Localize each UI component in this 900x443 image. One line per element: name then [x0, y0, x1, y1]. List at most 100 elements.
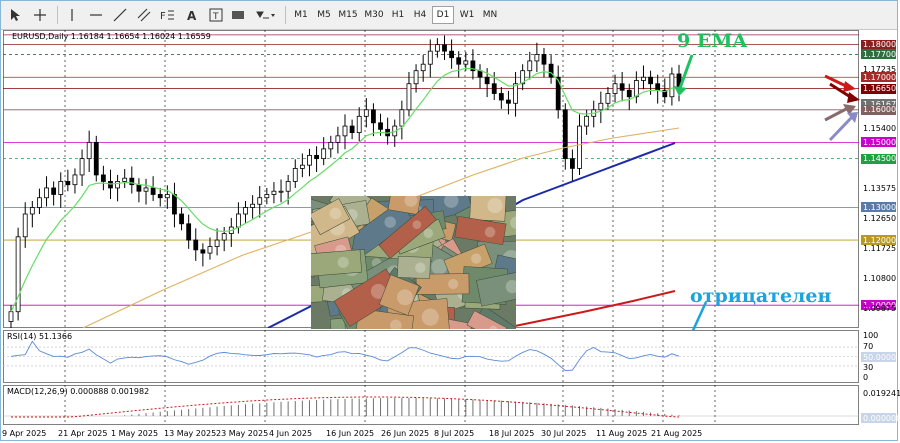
candle-body: [236, 213, 241, 228]
price-label: 1.15000: [861, 137, 897, 148]
candle-body: [79, 158, 85, 176]
timeframe-h1[interactable]: H1: [387, 6, 409, 24]
candle-body: [93, 141, 99, 176]
chart-title: EURUSD,Daily 1.16184 1.16654 1.16024 1.1…: [12, 32, 211, 41]
candle-body: [285, 181, 291, 192]
text-tool-icon[interactable]: A: [183, 5, 201, 25]
fibonacci-icon[interactable]: F: [157, 5, 177, 25]
candle-body: [420, 63, 426, 72]
price-label: 1.15400: [863, 124, 897, 134]
text-label-icon[interactable]: T: [207, 5, 225, 25]
price-label: 1.17000: [861, 72, 897, 83]
candle-body: [648, 76, 653, 85]
candle-body: [143, 187, 149, 192]
candle-body: [150, 187, 156, 195]
candle-body: [534, 54, 540, 62]
price-label: 1.10800: [863, 274, 897, 284]
price-label: 1.16000: [861, 104, 897, 115]
candle-body: [463, 60, 469, 65]
candle-body: [349, 125, 355, 133]
candle-body: [321, 148, 327, 160]
candle-body: [179, 213, 184, 225]
svg-text:F: F: [160, 11, 166, 22]
candle-body: [58, 181, 64, 195]
banknote: [397, 255, 431, 279]
rsi-level-0: 0: [863, 373, 869, 382]
candle-body: [527, 60, 533, 72]
timeframe-m15[interactable]: M15: [335, 6, 361, 24]
candle-body: [164, 194, 170, 199]
candle-body: [363, 109, 369, 117]
timeframe-m5[interactable]: M5: [313, 6, 335, 24]
price-label: 1.13575: [863, 183, 897, 193]
candle-body: [577, 125, 582, 169]
rsi-level-100: 100: [863, 331, 879, 340]
price-label: 1.12650: [863, 213, 897, 223]
candle-body: [584, 115, 590, 127]
macd-panel[interactable]: MACD(12,26,9) 0.000888 0.001982: [3, 385, 859, 425]
date-label: 8 Jul 2025: [434, 429, 475, 438]
banknote: [311, 249, 362, 278]
shapes-dropdown-icon[interactable]: [253, 5, 279, 25]
timeframe-mn[interactable]: MN: [478, 6, 502, 24]
candle-body: [257, 197, 263, 205]
horizontal-line-icon[interactable]: [87, 5, 105, 25]
candle-body: [221, 233, 227, 241]
candle-body: [371, 109, 376, 124]
candle-body: [307, 154, 312, 166]
price-label: 1.17700: [861, 49, 897, 60]
svg-text:T: T: [212, 12, 219, 22]
rectangle-icon[interactable]: [229, 5, 247, 25]
money-photo: [311, 196, 516, 329]
candle-body: [193, 239, 199, 251]
timeframe-m30[interactable]: M30: [361, 6, 387, 24]
candle-body: [619, 83, 625, 91]
date-label: 4 Jun 2025: [269, 429, 313, 438]
timeframe-h4[interactable]: H4: [409, 6, 431, 24]
cursor-icon[interactable]: [7, 5, 23, 25]
candle-body: [22, 213, 28, 238]
candle-body: [51, 187, 57, 195]
candle-body: [570, 158, 575, 169]
crosshair-icon[interactable]: [31, 5, 49, 25]
date-label: 30 Jul 2025: [541, 429, 587, 438]
ma-200-line: [514, 290, 676, 327]
candle-body: [399, 109, 405, 127]
candle-body: [676, 73, 682, 91]
candle-body: [278, 190, 284, 193]
candle-body: [157, 194, 163, 199]
candle-body: [122, 177, 128, 182]
candle-body: [314, 154, 319, 160]
timeframe-d1[interactable]: D1: [432, 6, 454, 24]
date-label: 26 Jun 2025: [381, 429, 430, 438]
vertical-line-icon[interactable]: [65, 5, 79, 25]
candle-body: [100, 174, 106, 182]
rsi-level-30: 30: [863, 363, 874, 372]
candle-body: [264, 194, 270, 199]
negative-annotation: отрицателен: [690, 285, 832, 307]
candle-body: [541, 54, 547, 65]
candle-body: [626, 89, 632, 98]
candle-body: [498, 93, 504, 101]
candle-body: [136, 184, 142, 192]
candle-body: [72, 174, 78, 186]
candle-body: [44, 187, 49, 199]
candle-body: [442, 44, 447, 52]
candle-body: [434, 44, 440, 52]
candle-body: [406, 83, 412, 111]
candle-body: [299, 164, 305, 169]
date-label: 16 Jun 2025: [326, 429, 375, 438]
timeframe-w1[interactable]: W1: [456, 6, 478, 24]
trendline-icon[interactable]: [111, 5, 129, 25]
candle-body: [271, 190, 277, 195]
timeframe-m1[interactable]: M1: [290, 6, 312, 24]
chart-toolbar: F A T M1 M5 M15 M30 H1 H4 D1 W1 MN: [1, 1, 897, 30]
channel-icon[interactable]: [135, 5, 153, 25]
date-label: 13 May 2025: [164, 429, 217, 438]
macd-level-top: 0.019241: [863, 389, 900, 398]
price-label: 1.11725: [863, 244, 897, 254]
candle-body: [250, 203, 256, 208]
date-label: 23 May 2025: [216, 429, 269, 438]
candle-body: [207, 246, 213, 254]
rsi-panel[interactable]: RSI(14) 51.1366: [3, 330, 859, 383]
